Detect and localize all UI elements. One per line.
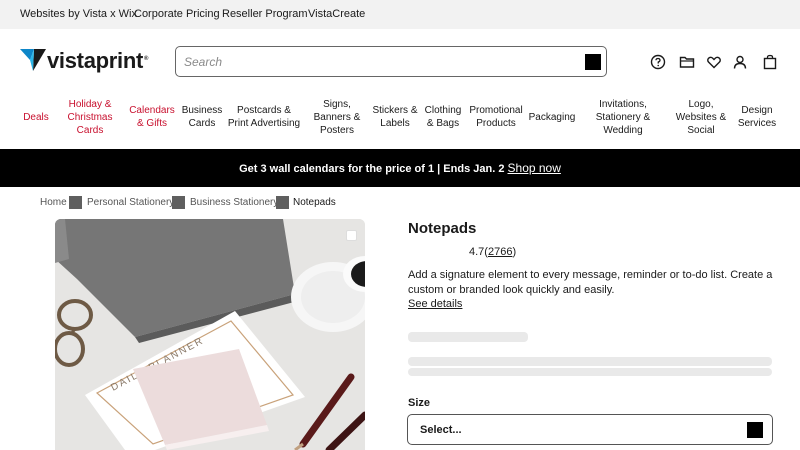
nav-item-logo-websites-social[interactable]: Logo, Websites & Social	[672, 98, 730, 137]
chevron-down-icon	[747, 422, 763, 438]
link-corporate-pricing[interactable]: Corporate Pricing	[134, 8, 220, 20]
vistaprint-logo-mark-icon	[20, 49, 46, 71]
breadcrumb-business-stationery[interactable]: Business Stationery	[190, 197, 278, 208]
link-vistacreate[interactable]: VistaCreate	[308, 8, 365, 20]
promo-banner: Get 3 wall calendars for the price of 1 …	[0, 149, 800, 187]
nav-item-business-cards[interactable]: Business Cards	[180, 104, 224, 130]
review-count-link[interactable]: 2766	[488, 246, 512, 258]
nav-item-calendars-gifts[interactable]: Calendars & Gifts	[127, 104, 177, 130]
nav-item-deals[interactable]: Deals	[21, 111, 51, 124]
favorite-checkbox-icon[interactable]	[346, 230, 357, 241]
size-select[interactable]: Select...	[407, 414, 773, 445]
nav-item-design-services[interactable]: Design Services	[736, 104, 778, 130]
logo-text: vistaprint®	[47, 48, 149, 73]
nav-item-stickers-labels[interactable]: Stickers & Labels	[372, 104, 418, 130]
search-clear-icon[interactable]	[585, 54, 601, 70]
product-description: Add a signature element to every message…	[408, 269, 773, 296]
promo-text: Get 3 wall calendars for the price of 1 …	[239, 163, 505, 175]
see-details-link[interactable]: See details	[408, 298, 462, 310]
nav-item-invitations-stationery-wedding[interactable]: Invitations, Stationery & Wedding	[590, 98, 656, 137]
breadcrumb-separator-icon	[172, 196, 185, 209]
breadcrumb-separator-icon	[69, 196, 82, 209]
account-icon[interactable]	[732, 54, 748, 70]
notepad-photo: DAILY PLANNER	[55, 219, 365, 450]
main-navigation: Deals Holiday & Christmas Cards Calendar…	[0, 91, 800, 149]
breadcrumb-personal-stationery[interactable]: Personal Stationery	[87, 197, 174, 208]
site-header: vistaprint®	[0, 29, 800, 91]
nav-item-promotional-products[interactable]: Promotional Products	[467, 104, 525, 130]
nav-item-signs-banners-posters[interactable]: Signs, Banners & Posters	[310, 98, 364, 137]
size-select-value: Select...	[420, 424, 462, 436]
cart-icon[interactable]	[762, 54, 778, 70]
breadcrumb-home[interactable]: Home	[40, 197, 67, 208]
breadcrumb-separator-icon	[276, 196, 289, 209]
size-label: Size	[408, 397, 431, 409]
link-websites-by-vista-wix[interactable]: Websites by Vista x Wix	[20, 8, 137, 20]
promo-text-row: Get 3 wall calendars for the price of 1 …	[0, 161, 800, 175]
folder-icon[interactable]	[679, 54, 695, 70]
nav-item-clothing-bags[interactable]: Clothing & Bags	[422, 104, 464, 130]
utility-bar: Websites by Vista x Wix Corporate Pricin…	[0, 0, 800, 29]
link-reseller-program[interactable]: Reseller Program	[222, 8, 308, 20]
breadcrumb-notepads: Notepads	[293, 197, 336, 208]
nav-item-holiday-christmas-cards[interactable]: Holiday & Christmas Cards	[64, 98, 116, 137]
heart-icon[interactable]	[706, 54, 722, 70]
help-icon[interactable]	[650, 54, 666, 70]
rating-value: 4.7	[469, 246, 485, 258]
product-title: Notepads	[408, 220, 477, 237]
loading-placeholder	[408, 368, 772, 376]
product-image[interactable]: DAILY PLANNER	[55, 219, 365, 450]
loading-placeholder	[408, 332, 528, 342]
loading-placeholder	[408, 357, 772, 366]
nav-item-packaging[interactable]: Packaging	[527, 111, 577, 124]
search-bar	[175, 46, 607, 77]
product-rating: 4.7(2766)	[469, 246, 517, 258]
search-input[interactable]	[184, 53, 564, 71]
promo-shop-now-link[interactable]: Shop now	[508, 161, 561, 175]
vistaprint-logo[interactable]: vistaprint®	[20, 48, 160, 73]
nav-item-postcards-print-advertising[interactable]: Postcards & Print Advertising	[226, 104, 302, 130]
